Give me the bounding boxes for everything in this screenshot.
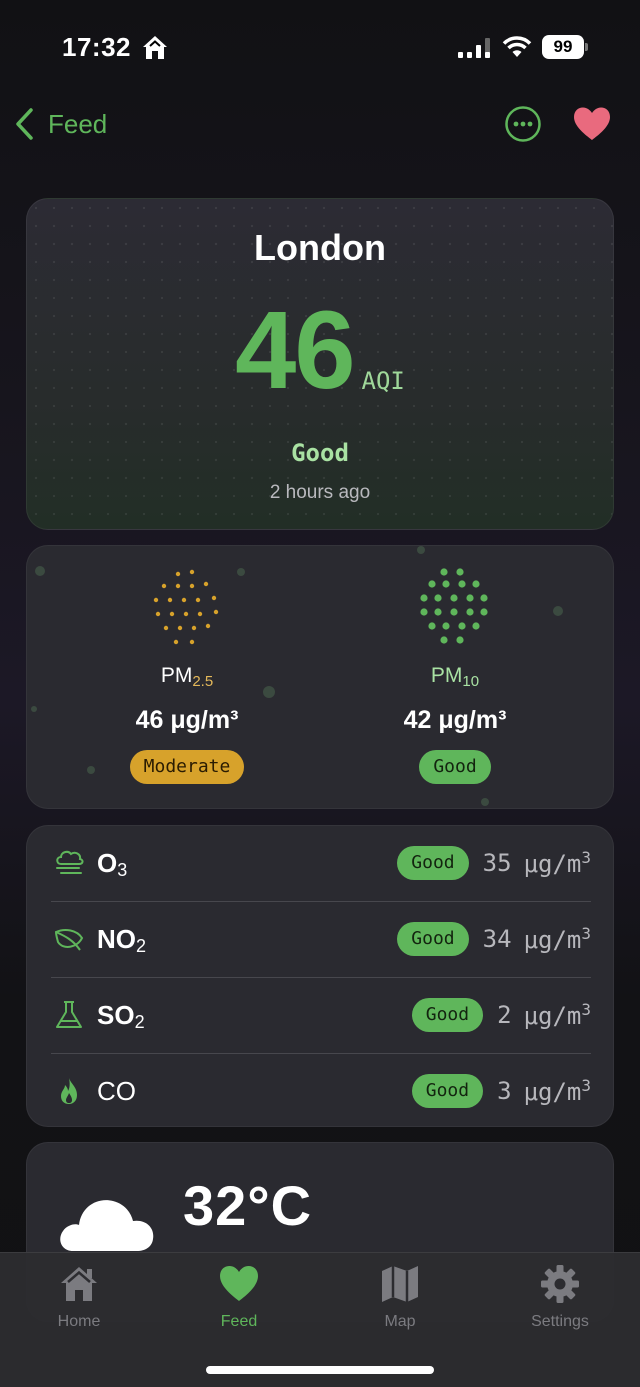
cellular-signal-icon: [458, 38, 490, 58]
fine-particles-icon: [153, 569, 219, 645]
favorite-heart-icon[interactable]: [572, 106, 612, 142]
pm25-subscript: 2.5: [192, 673, 214, 690]
gas-status-badge: Good: [397, 846, 469, 880]
flask-icon: [56, 1001, 82, 1028]
pm25-value: 46 μg/m³: [135, 706, 239, 734]
gas-row-no2[interactable]: NO2 Good 34 μg/m3: [51, 902, 591, 978]
aqi-value: 46: [235, 289, 355, 412]
house-icon: [61, 1267, 97, 1301]
tab-label: Settings: [531, 1313, 589, 1330]
battery-level: 99: [542, 35, 584, 59]
pm25-label: PM2.5: [160, 664, 214, 690]
gas-reading: Good 2 μg/m3: [411, 998, 591, 1032]
aqi-summary-card: London 46 AQI Good 2 hours ago: [26, 198, 614, 530]
flame-icon: [61, 1078, 77, 1104]
pm10-column: PM10 42 μg/m³ Good: [335, 546, 575, 808]
pm10-value: 42 μg/m³: [403, 706, 507, 734]
pm10-badge-wrap: Good: [335, 750, 575, 784]
wifi-icon: [502, 36, 532, 57]
gas-value: 3: [497, 1077, 512, 1105]
gas-unit: μg/m3: [523, 1076, 591, 1106]
gas-status-badge: Good: [397, 922, 469, 956]
gas-value: 35: [482, 849, 512, 877]
chevron-left-icon: [16, 108, 33, 140]
gas-subscript: 2: [134, 1012, 145, 1032]
background-speck: [35, 566, 45, 576]
home-indicator[interactable]: [206, 1366, 434, 1374]
gas-reading: Good 34 μg/m3: [397, 922, 591, 956]
tab-bar: Home Feed Map Settings: [0, 1252, 640, 1387]
pm25-badge-wrap: Moderate: [67, 750, 307, 784]
city-name: London: [254, 227, 386, 268]
map-icon: [382, 1266, 418, 1302]
more-options-icon[interactable]: [504, 105, 542, 143]
gas-unit: μg/m3: [523, 1000, 591, 1030]
gas-row-so2[interactable]: SO2 Good 2 μg/m3: [51, 978, 591, 1054]
status-time: 17:32: [62, 32, 131, 62]
tab-label: Home: [57, 1313, 101, 1330]
cloud-icon: [60, 1200, 154, 1251]
gas-value: 34: [482, 925, 512, 953]
back-button[interactable]: Feed: [12, 104, 107, 144]
gas-unit: μg/m3: [523, 924, 591, 954]
pm10-status-badge: Good: [419, 750, 491, 784]
navigation-bar: Feed: [0, 96, 640, 156]
gases-card: O3 Good 35 μg/m3 NO2 Good 34 μg/m3 SO2 G…: [26, 825, 614, 1127]
tab-label: Map: [384, 1313, 416, 1330]
tab-settings[interactable]: Settings: [500, 1263, 620, 1343]
aqi-value-row: 46 AQI: [27, 291, 613, 411]
back-button-label: Feed: [48, 108, 108, 139]
gas-unit: μg/m3: [523, 848, 591, 878]
aqi-unit: AQI: [361, 367, 405, 395]
background-speck: [31, 706, 37, 712]
aqi-status: Good: [291, 439, 349, 467]
heart-icon: [220, 1266, 258, 1301]
tab-label: Feed: [220, 1313, 258, 1330]
gas-row-o3[interactable]: O3 Good 35 μg/m3: [51, 826, 591, 902]
battery-indicator: 99: [542, 35, 588, 59]
gas-reading: Good 3 μg/m3: [411, 1074, 591, 1108]
aqi-updated-time: 2 hours ago: [269, 482, 371, 503]
gas-name-so2: SO2: [97, 1000, 145, 1032]
pm25-status-badge: Moderate: [129, 750, 245, 784]
gas-status-badge: Good: [411, 1074, 484, 1108]
tab-map[interactable]: Map: [340, 1263, 460, 1343]
weather-temperature: 32°C: [183, 1174, 313, 1237]
gas-name-co: CO: [97, 1076, 136, 1106]
pm10-subscript: 10: [462, 673, 480, 690]
tab-home[interactable]: Home: [19, 1263, 139, 1343]
tab-feed[interactable]: Feed: [179, 1263, 299, 1343]
gas-reading: Good 35 μg/m3: [397, 846, 591, 880]
gas-value: 2: [497, 1001, 512, 1029]
gas-status-badge: Good: [411, 998, 484, 1032]
gas-name-no2: NO2: [97, 924, 147, 956]
gas-name-o3: O3: [97, 848, 128, 880]
leaf-icon: [54, 929, 84, 951]
battery-tip: [585, 43, 588, 51]
particulate-matter-card: PM2.5 46 μg/m³ Moderate PM10 42 μg/m³ Go…: [26, 545, 614, 809]
pm10-label: PM10: [430, 664, 480, 690]
cloud-haze-icon: [56, 850, 84, 874]
home-status-icon: [143, 36, 167, 59]
gas-subscript: 2: [136, 936, 147, 956]
gas-row-co[interactable]: CO Good 3 μg/m3: [51, 1054, 591, 1126]
status-bar: 17:32 99: [0, 0, 640, 96]
gas-subscript: 3: [117, 860, 128, 880]
pm25-column: PM2.5 46 μg/m³ Moderate: [67, 546, 307, 808]
coarse-particles-icon: [420, 568, 488, 644]
gear-icon: [541, 1265, 579, 1303]
